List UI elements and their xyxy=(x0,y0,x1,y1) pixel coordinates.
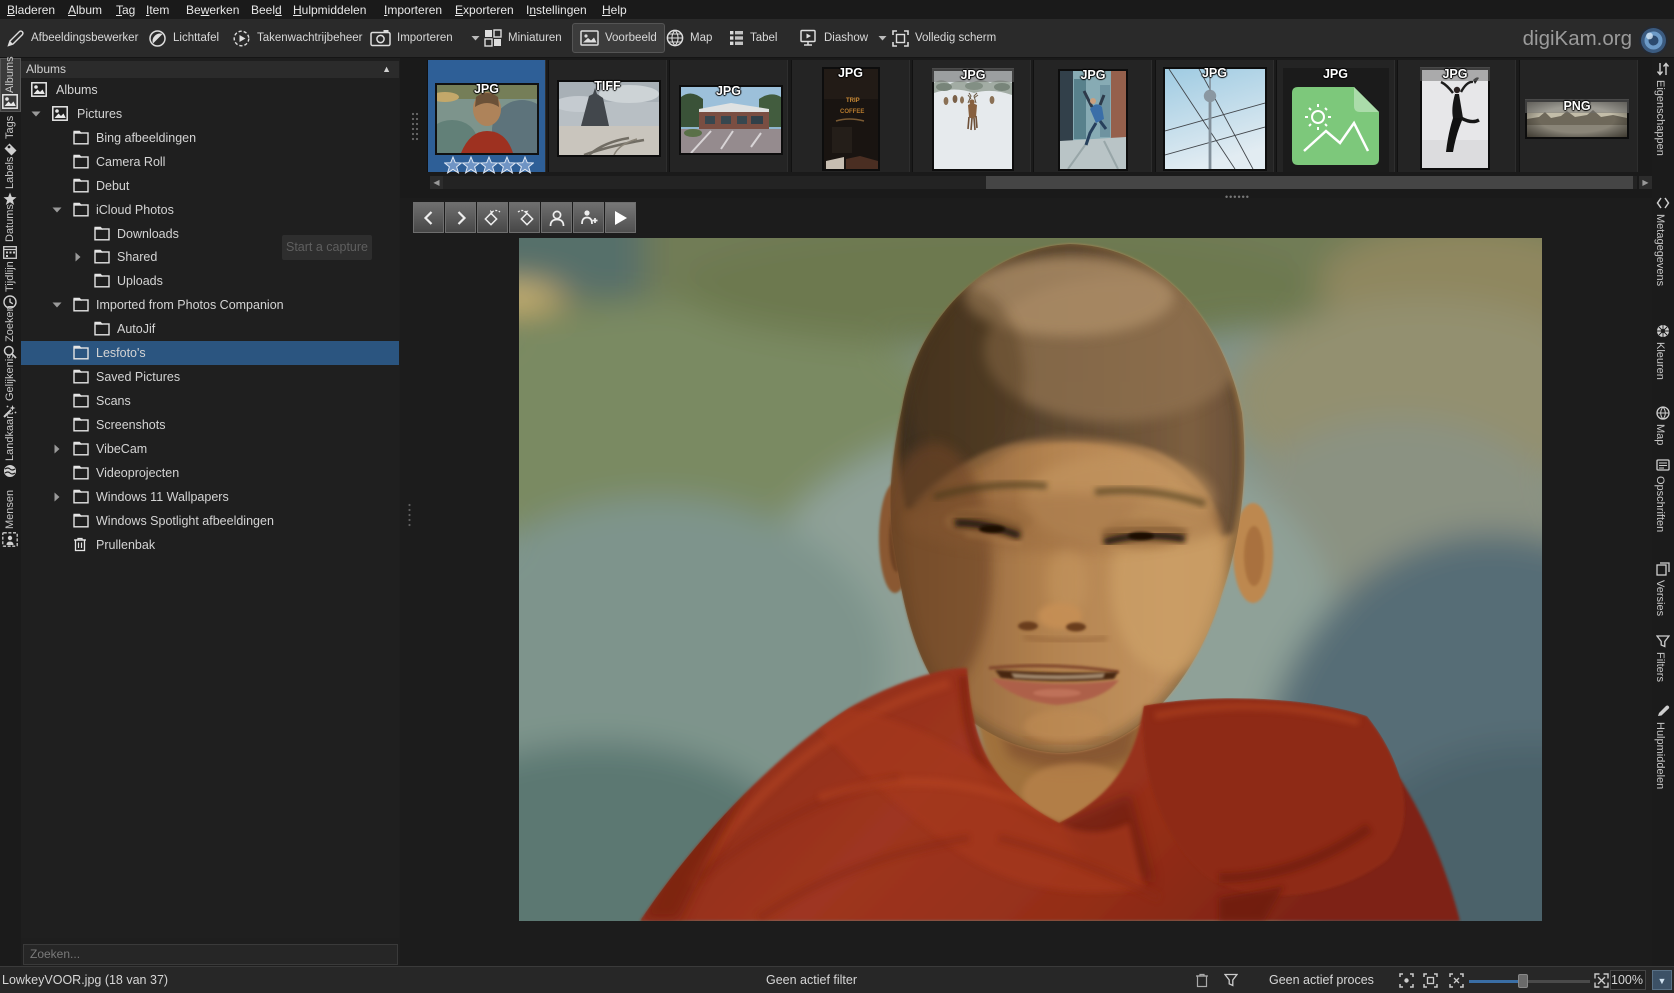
svg-text:TRIP: TRIP xyxy=(846,98,860,104)
svg-text:COFFEE: COFFEE xyxy=(840,109,864,115)
